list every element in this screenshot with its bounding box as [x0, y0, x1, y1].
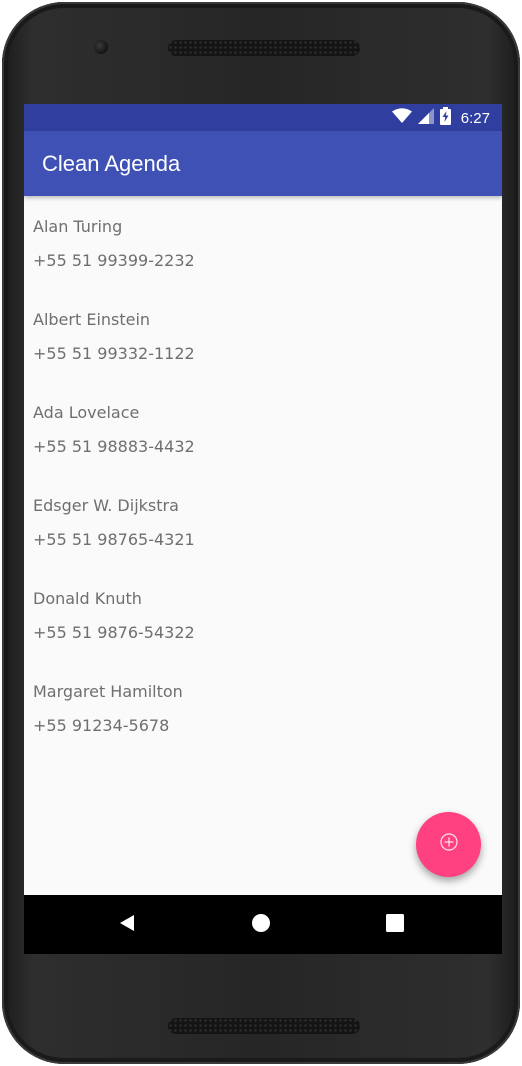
contact-item[interactable]: Albert Einstein +55 51 99332-1122: [24, 310, 502, 403]
contact-phone: +55 51 99332-1122: [33, 344, 195, 363]
earpiece-speaker: [168, 40, 360, 56]
add-contact-button[interactable]: [416, 812, 481, 877]
contact-item[interactable]: Edsger W. Dijkstra +55 51 98765-4321: [24, 496, 502, 589]
contact-name: Ada Lovelace: [33, 403, 140, 422]
recents-button[interactable]: [381, 911, 409, 939]
contact-name: Margaret Hamilton: [33, 682, 183, 701]
back-icon: [117, 913, 137, 938]
contact-name: Albert Einstein: [33, 310, 151, 329]
wifi-icon: [391, 107, 412, 129]
contact-item[interactable]: Ada Lovelace +55 51 98883-4432: [24, 403, 502, 496]
contact-phone: +55 51 99399-2232: [33, 251, 195, 270]
recents-icon: [386, 913, 404, 937]
home-icon: [251, 913, 271, 938]
contact-item[interactable]: Donald Knuth +55 51 9876-54322: [24, 589, 502, 682]
status-icons: 6:27: [391, 106, 490, 130]
contact-name: Alan Turing: [33, 217, 123, 236]
contact-name: Edsger W. Dijkstra: [33, 496, 179, 515]
back-button[interactable]: [113, 911, 141, 939]
cell-signal-icon: [417, 107, 434, 129]
contact-item[interactable]: Margaret Hamilton +55 91234-5678: [24, 682, 502, 775]
contact-item[interactable]: Alan Turing +55 51 99399-2232: [24, 217, 502, 310]
bottom-speaker: [168, 1018, 360, 1034]
add-circle-icon: [439, 832, 459, 857]
contact-list: Alan Turing +55 51 99399-2232 Albert Ein…: [24, 217, 502, 775]
contact-name: Donald Knuth: [33, 589, 142, 608]
front-camera: [94, 40, 108, 54]
home-button[interactable]: [247, 911, 275, 939]
app-title: Clean Agenda: [42, 151, 181, 176]
app-bar: Clean Agenda: [24, 131, 502, 196]
contact-phone: +55 91234-5678: [33, 716, 170, 735]
contact-phone: +55 51 9876-54322: [33, 623, 195, 642]
navigation-bar: [24, 895, 502, 954]
contact-phone: +55 51 98765-4321: [33, 530, 195, 549]
status-bar: 6:27: [24, 104, 502, 131]
app-screen: 6:27 Clean Agenda Alan Turing +55 51 993…: [24, 104, 502, 954]
status-time: 6:27: [460, 109, 490, 127]
contact-phone: +55 51 98883-4432: [33, 437, 195, 456]
battery-charging-icon: [439, 106, 451, 130]
